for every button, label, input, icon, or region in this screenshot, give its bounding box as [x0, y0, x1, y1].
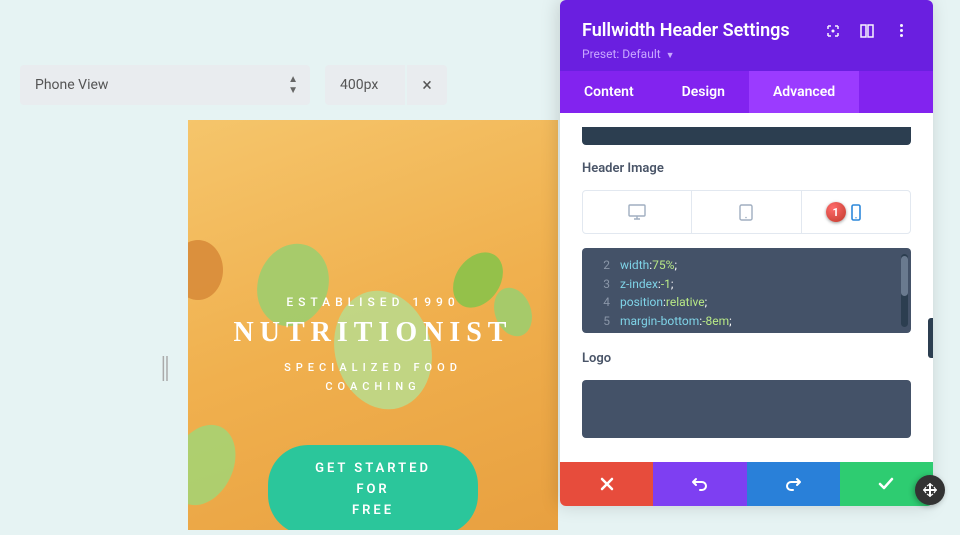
preset-selector[interactable]: Preset: Default ▼ — [582, 47, 911, 61]
select-arrows-icon: ▲▼ — [288, 75, 298, 96]
tab-design[interactable]: Design — [658, 71, 749, 113]
settings-tabs: Content Design Advanced — [560, 71, 933, 113]
panel-title: Fullwidth Header Settings — [582, 20, 809, 41]
device-tab-phone[interactable]: 1 — [802, 191, 910, 233]
width-input[interactable]: 400px — [325, 65, 405, 105]
width-control: 400px × — [325, 65, 447, 105]
phone-preview: ESTABLISED 1990 NUTRITIONIST SPECIALIZED… — [188, 120, 558, 530]
view-mode-value: Phone View — [35, 77, 108, 93]
section-logo-label: Logo — [582, 351, 911, 366]
tablet-icon — [739, 204, 753, 221]
cancel-button[interactable] — [560, 462, 653, 506]
undo-button[interactable] — [653, 462, 746, 506]
caret-down-icon: ▼ — [666, 51, 675, 61]
logo-css-editor[interactable] — [582, 380, 911, 438]
panel-resize-handle[interactable] — [928, 318, 933, 358]
view-mode-select[interactable]: Phone View ▲▼ — [20, 65, 310, 105]
hero-text: ESTABLISED 1990 NUTRITIONIST SPECIALIZED… — [188, 295, 558, 396]
device-tab-tablet[interactable] — [692, 191, 801, 233]
columns-icon[interactable] — [857, 21, 877, 41]
hero-title: NUTRITIONIST — [188, 317, 558, 349]
resize-handle-left[interactable]: || — [160, 350, 167, 385]
panel-body: Header Image 1 2width:75%; 3z-index:-1; … — [560, 113, 933, 462]
tagline-bottom: SPECIALIZED FOOD COACHING — [188, 359, 558, 396]
device-tab-desktop[interactable] — [583, 191, 692, 233]
annotation-badge: 1 — [826, 202, 846, 222]
target-icon[interactable] — [823, 21, 843, 41]
redo-button[interactable] — [747, 462, 840, 506]
panel-footer — [560, 462, 933, 506]
more-menu-icon[interactable] — [891, 21, 911, 41]
redo-icon — [784, 476, 802, 492]
responsive-toolbar: Phone View ▲▼ 400px × — [20, 65, 447, 105]
leaf-decor-icon — [188, 420, 243, 510]
cta-primary-button[interactable]: GET STARTED FOR FREE — [268, 445, 478, 530]
width-clear-button[interactable]: × — [407, 65, 447, 105]
panel-header: Fullwidth Header Settings Preset: Defaul… — [560, 0, 933, 71]
settings-panel: Fullwidth Header Settings Preset: Defaul… — [560, 0, 933, 506]
collapsed-code-block[interactable] — [582, 127, 911, 145]
section-header-image-label: Header Image — [582, 161, 911, 176]
phone-icon — [851, 204, 861, 221]
desktop-icon — [628, 204, 646, 220]
check-icon — [878, 477, 894, 491]
close-icon — [600, 477, 614, 491]
tagline-top: ESTABLISED 1990 — [188, 295, 558, 309]
device-responsive-tabs: 1 — [582, 190, 911, 234]
width-value: 400px — [340, 77, 378, 93]
expand-arrows-icon — [923, 483, 937, 497]
tab-advanced[interactable]: Advanced — [749, 71, 859, 113]
tab-content[interactable]: Content — [560, 71, 658, 113]
undo-icon — [691, 476, 709, 492]
custom-css-editor[interactable]: 2width:75%; 3z-index:-1; 4position:relat… — [582, 248, 911, 333]
code-scrollbar[interactable] — [901, 254, 908, 327]
close-icon: × — [422, 75, 432, 96]
